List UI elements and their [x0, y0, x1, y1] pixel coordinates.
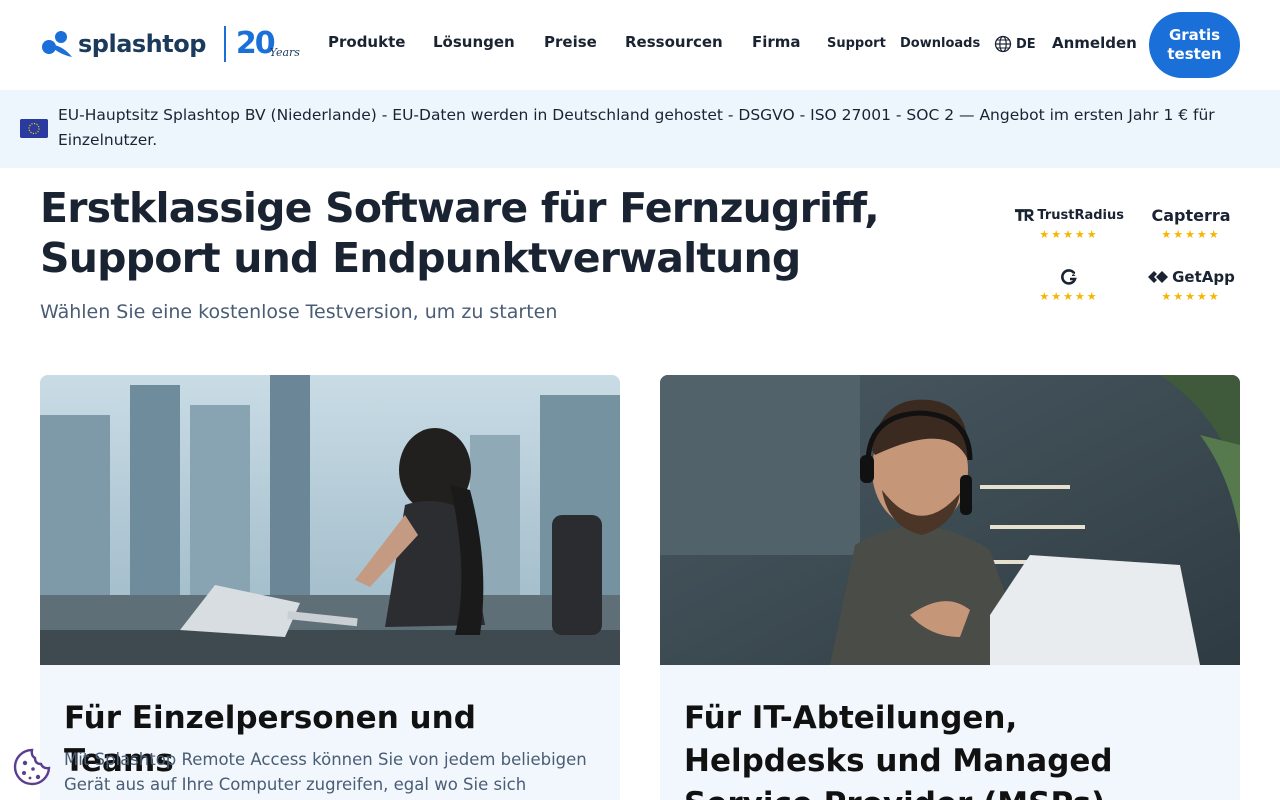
review-badge-capterra[interactable]: Capterra ★★★★★ — [1136, 204, 1246, 242]
splashtop-logo[interactable]: splashtop 20 Years — [40, 24, 300, 64]
anniversary-text: Years — [269, 46, 300, 59]
cookie-settings-icon[interactable] — [12, 747, 52, 787]
card-it-helpdesk-msp[interactable]: Für IT-Abteilungen, Helpdesks und Manage… — [660, 375, 1240, 800]
anniversary-number: 20 — [235, 26, 276, 61]
nav-item-preise[interactable]: Preise — [544, 33, 597, 51]
star-rating: ★★★★★ — [1161, 290, 1221, 303]
nav-downloads-link[interactable]: Downloads — [900, 36, 980, 51]
globe-icon — [994, 35, 1012, 53]
banner-text: EU-Hauptsitz Splashtop BV (Niederlande) … — [58, 106, 1215, 149]
trustradius-logo-icon — [1014, 209, 1035, 221]
brand-name: splashtop — [78, 30, 206, 58]
title-line-1: Erstklassige Software für Fernzugriff, — [40, 184, 880, 232]
language-selector[interactable]: DE — [994, 35, 1036, 53]
review-badge-getapp[interactable]: GetApp ★★★★★ — [1136, 266, 1246, 303]
login-link[interactable]: Anmelden — [1052, 34, 1137, 52]
page-subtitle: Wählen Sie eine kostenlose Testversion, … — [40, 301, 558, 323]
free-trial-button[interactable]: Gratis testen — [1149, 12, 1240, 78]
star-rating: ★★★★★ — [1161, 228, 1221, 241]
star-rating: ★★★★★ — [1039, 290, 1099, 303]
cta-line-1: Gratis — [1168, 26, 1221, 44]
card-individuals-teams[interactable]: Für Einzelpersonen und Teams Mit Splasht… — [40, 375, 620, 800]
card-description: Mit Splashtop Remote Access können Sie v… — [64, 750, 587, 794]
card-photo-man-headset — [660, 375, 1240, 665]
badge-name: GetApp — [1172, 268, 1235, 286]
getapp-logo-icon — [1148, 271, 1169, 283]
badge-name: Capterra — [1151, 205, 1231, 225]
cta-line-2: testen — [1167, 45, 1222, 63]
anniversary-mark: 20 Years — [235, 26, 300, 61]
nav-item-ressourcen[interactable]: Ressourcen — [625, 33, 723, 51]
star-rating: ★★★★★ — [1039, 228, 1099, 241]
review-badge-trustradius[interactable]: TrustRadius ★★★★★ — [1014, 204, 1124, 241]
g2-logo-icon: 2 — [1061, 269, 1077, 285]
site-header: splashtop 20 Years Produkte Lösungen Pre… — [0, 0, 1280, 90]
splashtop-logo-icon — [42, 31, 72, 57]
nav-item-loesungen[interactable]: Lösungen — [433, 33, 515, 51]
card-photo-woman-laptop — [40, 375, 620, 665]
badge-name: TrustRadius — [1037, 207, 1124, 223]
page-title: Erstklassige Software für Fernzugriff, S… — [40, 183, 920, 283]
title-line-2: Support und Endpunktverwaltung — [40, 234, 801, 282]
review-badge-g2[interactable]: 2 ★★★★★ — [1014, 266, 1124, 303]
logo-divider — [223, 26, 226, 62]
language-label: DE — [1016, 36, 1036, 52]
svg-text:2: 2 — [1072, 271, 1076, 278]
eu-flag-icon — [20, 119, 48, 138]
nav-item-produkte[interactable]: Produkte — [328, 33, 405, 51]
nav-support-link[interactable]: Support — [827, 36, 886, 51]
nav-item-firma[interactable]: Firma — [752, 33, 801, 51]
card-title: Für IT-Abteilungen, Helpdesks und Manage… — [684, 700, 1113, 800]
